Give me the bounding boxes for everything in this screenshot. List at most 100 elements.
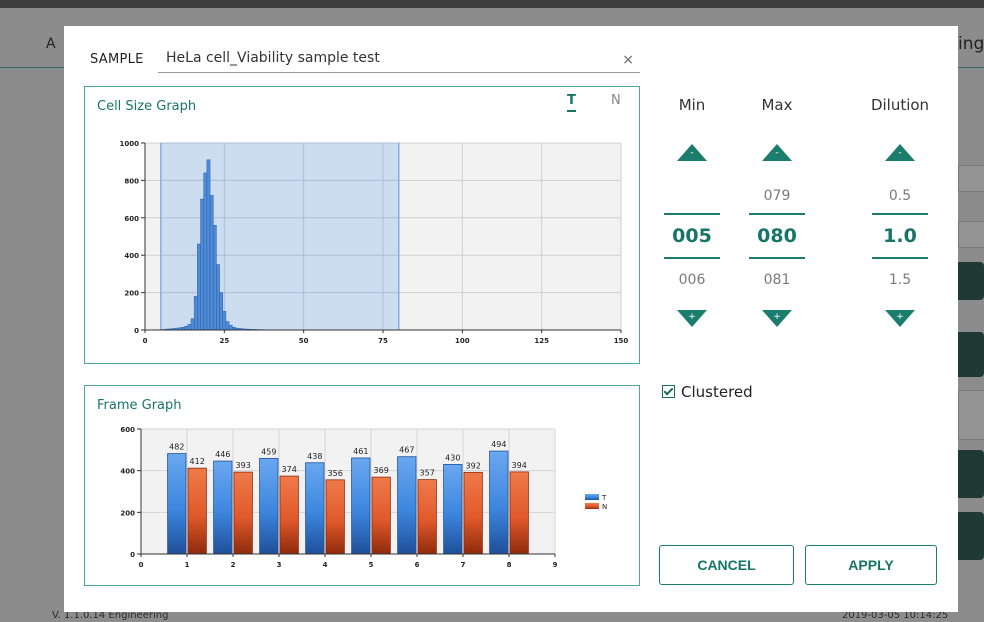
bar-T (489, 450, 509, 555)
y-tick-label: 800 (124, 177, 139, 185)
app-field-ghost (958, 390, 984, 440)
triangle-up-icon: - (898, 148, 902, 158)
bar-N (509, 471, 529, 555)
max-down-button[interactable]: + (762, 310, 792, 327)
dilution-next-value: 1.5 (888, 272, 912, 288)
bar-N (463, 471, 483, 555)
x-tick-label: 150 (614, 337, 629, 345)
x-tick-label: 3 (277, 561, 282, 569)
x-tick-label: 25 (219, 337, 229, 345)
sample-label: SAMPLE (90, 52, 144, 67)
data-label: 356 (328, 469, 343, 478)
histogram-bar (190, 318, 195, 331)
cell-size-graph-panel: Cell Size Graph T N 0 200 400 600 800 1000 0 25… (84, 86, 640, 364)
y-tick-label: 600 (120, 426, 135, 434)
x-tick-label: 0 (143, 337, 148, 345)
histogram-bar (225, 321, 230, 331)
data-label: 369 (374, 466, 389, 475)
triangle-down-icon: + (688, 312, 696, 322)
bar-T (167, 453, 187, 555)
bar-N (187, 467, 207, 555)
app-header-fragment-right: ing (958, 34, 984, 54)
bar-T (351, 457, 371, 555)
x-tick-label: 7 (461, 561, 466, 569)
data-label: 461 (353, 447, 368, 456)
app-top-bar (0, 0, 984, 8)
data-label: 438 (307, 452, 322, 461)
histogram-bar (197, 243, 201, 331)
histogram-bar (216, 264, 220, 331)
y-tick-label: 400 (120, 468, 135, 476)
cancel-button[interactable]: CANCEL (659, 545, 794, 585)
dilution-up-button[interactable]: - (885, 144, 915, 161)
close-icon[interactable]: × (622, 52, 634, 68)
max-bottom-rule (749, 257, 805, 259)
triangle-up-icon: - (775, 148, 779, 158)
data-label: 412 (190, 457, 205, 466)
histogram-bar (200, 198, 204, 331)
data-label: 392 (466, 461, 481, 470)
dilution-label: Dilution (870, 96, 930, 114)
min-up-button[interactable]: - (677, 144, 707, 161)
dilution-prev-value: 0.5 (888, 188, 912, 204)
y-tick-label: 0 (134, 327, 139, 335)
x-tick-label: 9 (553, 561, 558, 569)
triangle-down-icon: + (896, 312, 904, 322)
max-spinner: Max - 079 080 081 + (737, 26, 817, 356)
y-tick-label: 600 (124, 215, 139, 223)
histogram-bar (219, 292, 223, 331)
triangle-down-icon: + (773, 312, 781, 322)
dilution-bottom-rule (872, 257, 928, 259)
x-tick-label: 100 (455, 337, 470, 345)
histogram-bar (209, 195, 214, 331)
x-tick-label: 5 (369, 561, 374, 569)
min-current-value[interactable]: 005 (652, 225, 732, 247)
max-label: Max (761, 96, 793, 114)
histogram-bar (184, 326, 189, 331)
apply-button[interactable]: APPLY (805, 545, 937, 585)
max-next-value: 081 (763, 272, 791, 288)
frame-bar-chart: 4824124463934593744383564613694673574303… (120, 426, 607, 569)
histogram-bar (187, 324, 192, 331)
max-up-button[interactable]: - (762, 144, 792, 161)
bar-T (397, 456, 417, 555)
sample-name-value: HeLa cell_Viability sample test (166, 50, 380, 66)
max-top-rule (749, 213, 805, 215)
cell-size-dialog: SAMPLE HeLa cell_Viability sample test ×… (64, 26, 958, 612)
clustered-label: Clustered (681, 383, 753, 401)
x-tick-label: 6 (415, 561, 420, 569)
app-field-ghost (958, 165, 984, 192)
clustered-checkbox[interactable]: Clustered (662, 383, 753, 401)
bar-T (259, 457, 279, 555)
data-label: 357 (420, 469, 435, 478)
bar-N (279, 475, 299, 555)
max-prev-value: 079 (763, 188, 791, 204)
x-tick-label: 0 (139, 561, 144, 569)
min-bottom-rule (664, 257, 720, 259)
bar-N (325, 479, 345, 555)
data-label: 467 (399, 446, 414, 455)
triangle-up-icon: - (690, 148, 694, 158)
min-next-value: 006 (678, 272, 706, 288)
data-label: 374 (282, 465, 297, 474)
x-tick-label: 1 (185, 561, 190, 569)
data-label: 393 (236, 461, 251, 470)
data-label: 459 (261, 447, 276, 456)
cell-size-histogram[interactable]: 0 200 400 600 800 1000 0 25 50 75 100 125 150 (85, 87, 639, 363)
legend-swatch-N (585, 503, 599, 509)
legend-label-N: N (602, 503, 607, 511)
min-down-button[interactable]: + (677, 310, 707, 327)
dilution-down-button[interactable]: + (885, 310, 915, 327)
data-label: 394 (512, 461, 527, 470)
bar-T (305, 462, 325, 555)
data-label: 494 (491, 440, 506, 449)
x-tick-label: 2 (231, 561, 236, 569)
max-current-value[interactable]: 080 (737, 225, 817, 247)
dilution-spinner: Dilution - 0.5 1.0 1.5 + (860, 26, 940, 356)
legend-swatch-T (585, 494, 599, 500)
app-header-fragment-left: A (46, 36, 56, 52)
sample-name-field[interactable]: HeLa cell_Viability sample test × (158, 46, 640, 73)
bar-N (417, 479, 437, 555)
dilution-current-value[interactable]: 1.0 (860, 225, 940, 247)
dilution-top-rule (872, 213, 928, 215)
